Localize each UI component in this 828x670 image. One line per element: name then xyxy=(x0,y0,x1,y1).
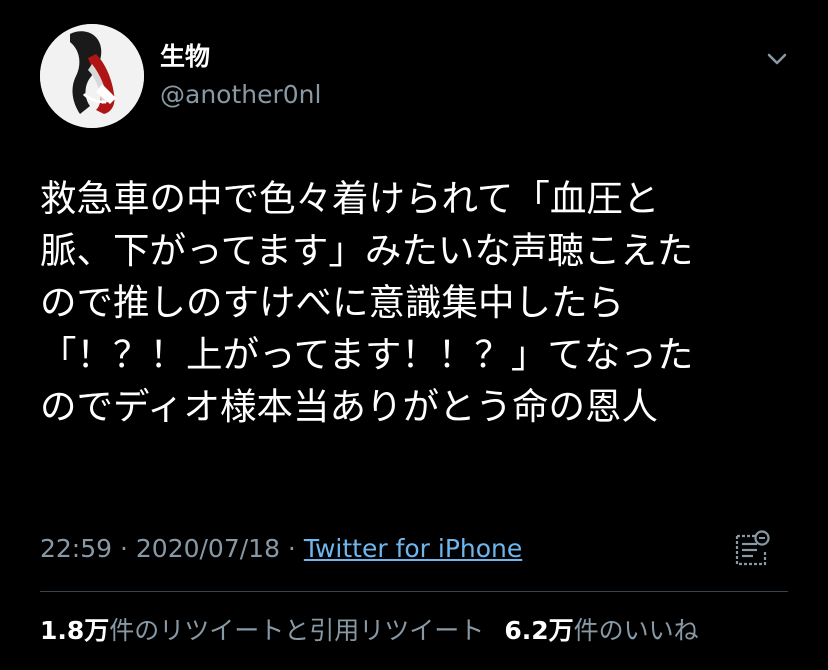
avatar[interactable] xyxy=(40,24,144,128)
meta-separator: · xyxy=(279,534,304,563)
user-handle[interactable]: @another0nl xyxy=(160,80,321,110)
tweet-line: ので推しのすけべに意識集中したら xyxy=(40,281,624,324)
chevron-down-icon[interactable] xyxy=(762,44,792,74)
display-name[interactable]: 生物 xyxy=(160,42,210,72)
tweet-text: 救急車の中で色々着けられて「血圧と 脈、下がってます」みたいな声聴こえた ので推… xyxy=(40,173,810,433)
tweet-line: 救急車の中で色々着けられて「血圧と xyxy=(40,177,660,220)
divider xyxy=(40,591,788,592)
likes-count: 6.2万 xyxy=(504,616,574,645)
tweet-line: 「！？！上がってます！！？」てなった xyxy=(40,333,694,376)
avatar-image xyxy=(40,24,144,128)
tweet-meta: 22:59 · 2020/07/18 · Twitter for iPhone xyxy=(40,532,522,566)
tweet-stats: 1.8万件のリツイートと引用リツイート 6.2万件のいいね xyxy=(40,614,699,648)
retweets-label: 件のリツイートと引用リツイート xyxy=(109,616,485,645)
tweet-time[interactable]: 22:59 xyxy=(40,534,112,563)
retweets-stat[interactable]: 1.8万件のリツイートと引用リツイート xyxy=(40,616,484,645)
analytics-icon[interactable] xyxy=(729,528,773,572)
retweets-count: 1.8万 xyxy=(40,616,110,645)
likes-stat[interactable]: 6.2万件のいいね xyxy=(504,616,698,645)
tweet-date[interactable]: 2020/07/18 xyxy=(136,534,280,563)
likes-label: 件のいいね xyxy=(573,616,699,645)
meta-separator: · xyxy=(112,534,136,563)
tweet-line: のでディオ様本当ありがとう命の恩人 xyxy=(40,385,658,428)
tweet-line: 脈、下がってます」みたいな声聴こえた xyxy=(40,229,694,272)
tweet-source-link[interactable]: Twitter for iPhone xyxy=(304,534,522,563)
